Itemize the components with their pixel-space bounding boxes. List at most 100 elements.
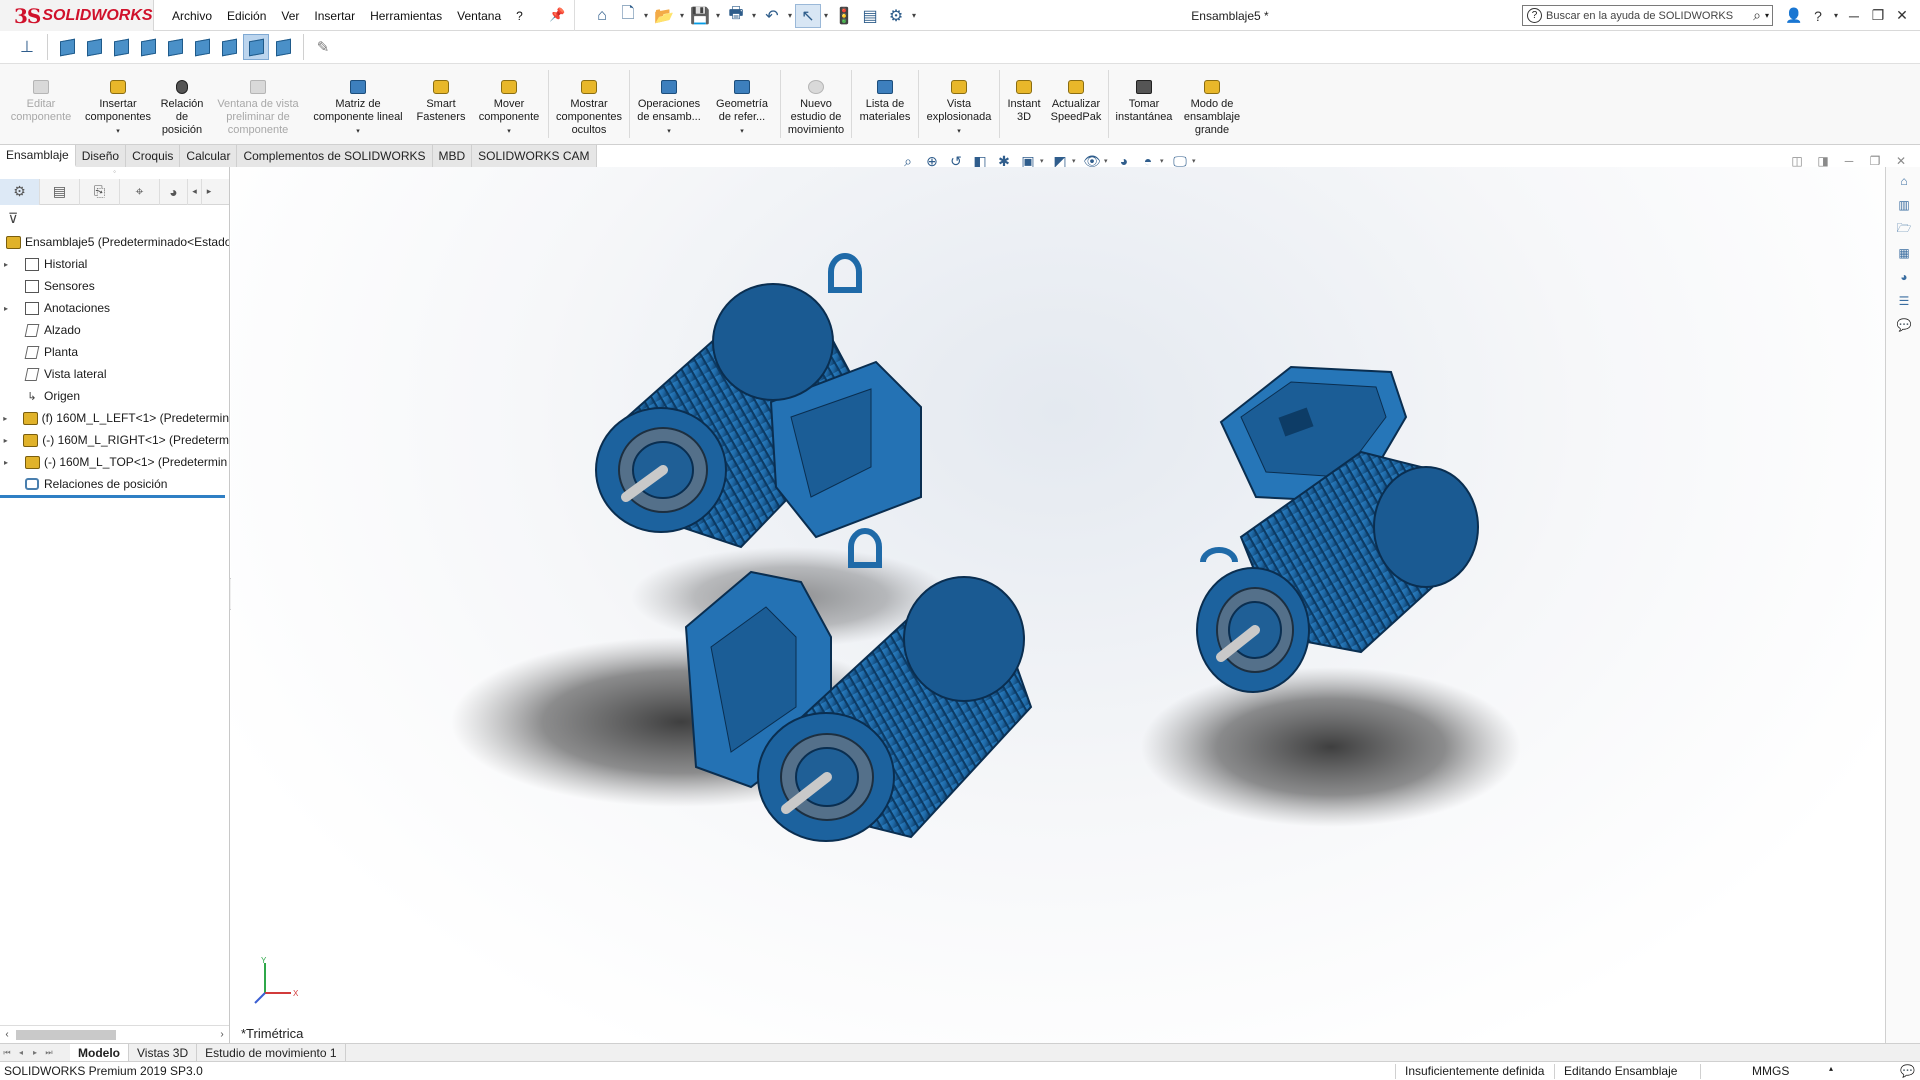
tree-node-sensores[interactable]: Sensores (0, 275, 229, 297)
expand-arrow-icon[interactable]: ▸ (0, 304, 12, 313)
update-speedpak-button[interactable]: Actualizar SpeedPak (1046, 64, 1106, 144)
home-icon[interactable]: ⌂ (589, 4, 615, 28)
apply-scene-dropdown-icon[interactable]: ▾ (1160, 157, 1168, 165)
configuration-manager-tab-icon[interactable]: ⎘ (80, 178, 120, 205)
scroll-right-icon[interactable]: › (215, 1029, 229, 1040)
instant-3d-button[interactable]: Instant 3D (1002, 64, 1046, 144)
back-view-icon[interactable] (81, 34, 107, 60)
display-manager-tab-icon[interactable]: ◕ (160, 178, 188, 205)
insert-components-button[interactable]: Insertar componentes ▾ (82, 64, 154, 144)
tab-complementos[interactable]: Complementos de SOLIDWORKS (237, 145, 433, 167)
print-icon[interactable]: 🖶 (723, 4, 749, 28)
scroll-left-icon[interactable]: ‹ (0, 1029, 14, 1040)
tree-node-origen[interactable]: ↳ Origen (0, 385, 229, 407)
front-view-icon[interactable] (54, 34, 80, 60)
menu-herramientas[interactable]: Herramientas (370, 9, 442, 23)
options-gear-icon[interactable]: ⚙ (883, 4, 909, 28)
panel-grip-icon[interactable]: ◦ (0, 167, 229, 179)
menu-archivo[interactable]: Archivo (172, 9, 212, 23)
tree-horizontal-scrollbar[interactable]: ‹ › (0, 1025, 229, 1043)
mate-button[interactable]: Relación de posición (154, 64, 210, 144)
open-dropdown-icon[interactable]: ▾ (677, 11, 687, 20)
next-tab-icon[interactable]: ▸ (28, 1048, 42, 1057)
undo-icon[interactable]: ↶ (759, 4, 785, 28)
assembly-features-button[interactable]: Operaciones de ensamb... ▾ (632, 64, 706, 144)
tab-modelo[interactable]: Modelo (70, 1043, 129, 1062)
tree-node-anotaciones[interactable]: ▸ Anotaciones (0, 297, 229, 319)
tree-filter[interactable]: ⊽ (0, 205, 229, 231)
dropdown-arrow-icon[interactable]: ▾ (740, 125, 744, 138)
motor-right[interactable] (1196, 365, 1479, 693)
new-document-icon[interactable]: 🗋 (615, 4, 641, 28)
large-assembly-mode-button[interactable]: Modo de ensamblaje grande (1177, 64, 1247, 144)
panel-scroll-right-icon[interactable]: ▸ (202, 179, 216, 205)
expand-arrow-icon[interactable]: ▸ (0, 436, 11, 445)
quick-tips-icon[interactable]: 💬 (1900, 1064, 1915, 1078)
save-dropdown-icon[interactable]: ▾ (713, 11, 723, 20)
take-snapshot-button[interactable]: Tomar instantánea (1111, 64, 1177, 144)
dimetric-view-icon[interactable] (270, 34, 296, 60)
display-style-dropdown-icon[interactable]: ▾ (1072, 157, 1080, 165)
dropdown-arrow-icon[interactable]: ▾ (356, 125, 360, 138)
expand-arrow-icon[interactable]: ▸ (0, 414, 11, 423)
save-icon[interactable]: 💾 (687, 4, 713, 28)
tree-node-historial[interactable]: ▸ Historial (0, 253, 229, 275)
left-view-icon[interactable] (108, 34, 134, 60)
solidworks-logo[interactable]: 3S SOLIDWORKS (0, 0, 154, 31)
forum-icon[interactable]: 💬 (1892, 315, 1916, 335)
tab-ensamblaje[interactable]: Ensamblaje (0, 145, 76, 167)
tree-node-motor-right[interactable]: ▸ (-) 160M_L_RIGHT<1> (Predeterm (0, 429, 229, 451)
user-icon[interactable]: 👤 (1782, 4, 1806, 28)
print-dropdown-icon[interactable]: ▾ (749, 11, 759, 20)
top-view-icon[interactable] (162, 34, 188, 60)
custom-properties-icon[interactable]: ☰ (1892, 291, 1916, 311)
help-search-input[interactable]: ? Buscar en la ayuda de SOLIDWORKS ⌕ ▾ (1522, 5, 1773, 26)
tab-croquis[interactable]: Croquis (126, 145, 181, 167)
rollback-bar[interactable] (0, 495, 225, 498)
tree-root-assembly[interactable]: Ensamblaje5 (Predeterminado<Estado (0, 231, 229, 253)
dropdown-arrow-icon[interactable]: ▾ (957, 125, 961, 138)
smart-fasteners-button[interactable]: Smart Fasteners (410, 64, 472, 144)
unit-system[interactable]: MMGS (1752, 1064, 1789, 1078)
file-properties-icon[interactable]: ▤ (857, 4, 883, 28)
search-dropdown-icon[interactable]: ▾ (1765, 11, 1769, 20)
new-motion-study-button[interactable]: Nuevo estudio de movimiento (783, 64, 849, 144)
first-tab-icon[interactable]: ⏮ (0, 1048, 14, 1058)
minimize-icon[interactable]: ─ (1842, 4, 1866, 28)
rebuild-icon[interactable]: 🚦 (831, 4, 857, 28)
prev-tab-icon[interactable]: ◂ (14, 1048, 28, 1057)
graphics-area[interactable]: Y X *Trimétrica (231, 167, 1885, 1043)
menu-insertar[interactable]: Insertar (314, 9, 355, 23)
filter-icon[interactable]: ⊽ (8, 210, 18, 227)
dropdown-arrow-icon[interactable]: ▾ (116, 125, 120, 138)
dropdown-arrow-icon[interactable]: ▾ (667, 125, 671, 138)
help-dropdown-icon[interactable]: ▾ (1830, 4, 1842, 28)
design-library-icon[interactable]: ▥ (1892, 195, 1916, 215)
edit-component-button[interactable]: Editar componente (0, 64, 82, 144)
expand-arrow-icon[interactable]: ▸ (0, 260, 12, 269)
units-dropdown-icon[interactable]: ▴ (1829, 1064, 1833, 1073)
select-icon[interactable]: ↖ (795, 3, 821, 28)
dimxpert-tab-icon[interactable]: ⌖ (120, 178, 160, 205)
tree-node-alzado[interactable]: Alzado (0, 319, 229, 341)
assembly-model-view[interactable] (231, 167, 1885, 1043)
tab-solidworks-cam[interactable]: SOLIDWORKS CAM (472, 145, 597, 167)
trimetric-view-icon[interactable] (243, 34, 269, 60)
close-icon[interactable]: ✕ (1890, 4, 1914, 28)
bottom-view-icon[interactable] (189, 34, 215, 60)
move-component-button[interactable]: Mover componente ▾ (472, 64, 546, 144)
view-palette-icon[interactable]: ▦ (1892, 243, 1916, 263)
restore-icon[interactable]: ❐ (1866, 4, 1890, 28)
menu-ventana[interactable]: Ventana (457, 9, 501, 23)
menu-help[interactable]: ? (516, 9, 523, 23)
tab-estudio-movimiento[interactable]: Estudio de movimiento 1 (197, 1043, 346, 1062)
component-preview-window-button[interactable]: Ventana de vista preliminar de component… (210, 64, 306, 144)
reference-geometry-button[interactable]: Geometría de refer... ▾ (706, 64, 778, 144)
tab-mbd[interactable]: MBD (432, 145, 473, 167)
select-dropdown-icon[interactable]: ▾ (821, 11, 831, 20)
solidworks-resources-icon[interactable]: ⌂ (1892, 171, 1916, 191)
tree-node-planta[interactable]: Planta (0, 341, 229, 363)
tree-node-vista-lateral[interactable]: Vista lateral (0, 363, 229, 385)
options-dropdown-icon[interactable]: ▾ (909, 11, 919, 20)
bill-of-materials-button[interactable]: Lista de materiales (854, 64, 916, 144)
